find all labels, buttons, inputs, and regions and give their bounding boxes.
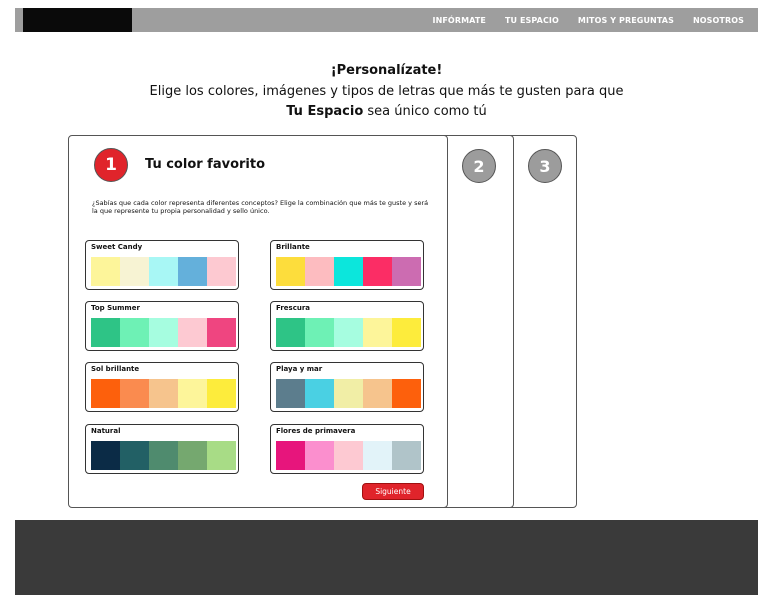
color-swatch bbox=[276, 318, 305, 347]
color-swatch bbox=[91, 257, 120, 286]
color-swatch bbox=[149, 257, 178, 286]
palette-swatches bbox=[91, 257, 236, 286]
color-swatch bbox=[305, 257, 334, 286]
color-swatch bbox=[149, 441, 178, 470]
color-swatch bbox=[120, 318, 149, 347]
color-swatch bbox=[305, 379, 334, 408]
color-swatch bbox=[91, 318, 120, 347]
palette-option[interactable]: Sweet Candy bbox=[85, 240, 239, 290]
step-3-card[interactable] bbox=[507, 135, 577, 508]
palette-option[interactable]: Brillante bbox=[270, 240, 424, 290]
color-swatch bbox=[207, 257, 236, 286]
palette-swatches bbox=[91, 318, 236, 347]
color-swatch bbox=[363, 318, 392, 347]
palette-name: Natural bbox=[91, 427, 121, 435]
palette-option[interactable]: Sol brillante bbox=[85, 362, 239, 412]
color-swatch bbox=[392, 257, 421, 286]
hero-brand-name: Tu Espacio bbox=[286, 104, 364, 119]
palette-option[interactable]: Playa y mar bbox=[270, 362, 424, 412]
palette-swatches bbox=[91, 379, 236, 408]
color-swatch bbox=[276, 379, 305, 408]
palette-name: Sol brillante bbox=[91, 365, 140, 373]
palette-swatches bbox=[276, 441, 421, 470]
color-swatch bbox=[120, 379, 149, 408]
color-swatch bbox=[363, 441, 392, 470]
palette-name: Top Summer bbox=[91, 304, 140, 312]
step-1-badge: 1 bbox=[94, 148, 128, 182]
nav-link-mitos-y-preguntas[interactable]: MITOS Y PREGUNTAS bbox=[578, 16, 674, 25]
palette-swatches bbox=[276, 379, 421, 408]
color-swatch bbox=[305, 441, 334, 470]
palette-name: Playa y mar bbox=[276, 365, 323, 373]
hero-subtitle-line1: Elige los colores, imágenes y tipos de l… bbox=[149, 84, 624, 99]
nav-link-tu-espacio[interactable]: TU ESPACIO bbox=[505, 16, 559, 25]
page-footer bbox=[15, 520, 758, 595]
color-swatch bbox=[276, 441, 305, 470]
site-logo[interactable] bbox=[23, 8, 132, 32]
palette-swatches bbox=[276, 318, 421, 347]
color-swatch bbox=[363, 257, 392, 286]
page-edge bbox=[0, 0, 15, 595]
color-swatch bbox=[178, 379, 207, 408]
color-swatch bbox=[178, 441, 207, 470]
step-description: ¿Sabías que cada color representa difere… bbox=[92, 199, 429, 215]
color-swatch bbox=[178, 257, 207, 286]
palette-name: Frescura bbox=[276, 304, 311, 312]
palette-swatches bbox=[91, 441, 236, 470]
palette-name: Sweet Candy bbox=[91, 243, 143, 251]
palette-option[interactable]: Flores de primavera bbox=[270, 424, 424, 474]
color-swatch bbox=[276, 257, 305, 286]
color-swatch bbox=[363, 379, 392, 408]
step-2-badge[interactable]: 2 bbox=[462, 149, 496, 183]
next-button[interactable]: Siguiente bbox=[362, 483, 424, 500]
palette-swatches bbox=[276, 257, 421, 286]
step-title: Tu color favorito bbox=[145, 157, 266, 172]
color-swatch bbox=[392, 441, 421, 470]
color-swatch bbox=[120, 441, 149, 470]
main-nav: INFÓRMATE TU ESPACIO MITOS Y PREGUNTAS N… bbox=[433, 8, 745, 32]
color-swatch bbox=[207, 379, 236, 408]
color-swatch bbox=[149, 318, 178, 347]
color-swatch bbox=[305, 318, 334, 347]
hero-subtitle-line2: Tu Espacio sea único como tú bbox=[15, 104, 758, 119]
nav-link-informate[interactable]: INFÓRMATE bbox=[433, 16, 486, 25]
palette-option[interactable]: Frescura bbox=[270, 301, 424, 351]
nav-link-nosotros[interactable]: NOSOTROS bbox=[693, 16, 744, 25]
color-swatch bbox=[392, 318, 421, 347]
color-swatch bbox=[120, 257, 149, 286]
color-swatch bbox=[334, 441, 363, 470]
color-swatch bbox=[207, 441, 236, 470]
color-swatch bbox=[392, 379, 421, 408]
color-swatch bbox=[207, 318, 236, 347]
palette-name: Flores de primavera bbox=[276, 427, 356, 435]
step-2-card[interactable] bbox=[440, 135, 514, 508]
palette-name: Brillante bbox=[276, 243, 310, 251]
color-swatch bbox=[334, 379, 363, 408]
color-swatch bbox=[178, 318, 207, 347]
color-swatch bbox=[334, 318, 363, 347]
color-swatch bbox=[334, 257, 363, 286]
color-swatch bbox=[91, 379, 120, 408]
color-swatch bbox=[149, 379, 178, 408]
step-3-badge[interactable]: 3 bbox=[528, 149, 562, 183]
hero-title: ¡Personalízate! bbox=[330, 63, 443, 78]
palette-option[interactable]: Top Summer bbox=[85, 301, 239, 351]
palette-option[interactable]: Natural bbox=[85, 424, 239, 474]
color-swatch bbox=[91, 441, 120, 470]
hero-subtitle-rest: sea único como tú bbox=[363, 104, 487, 119]
